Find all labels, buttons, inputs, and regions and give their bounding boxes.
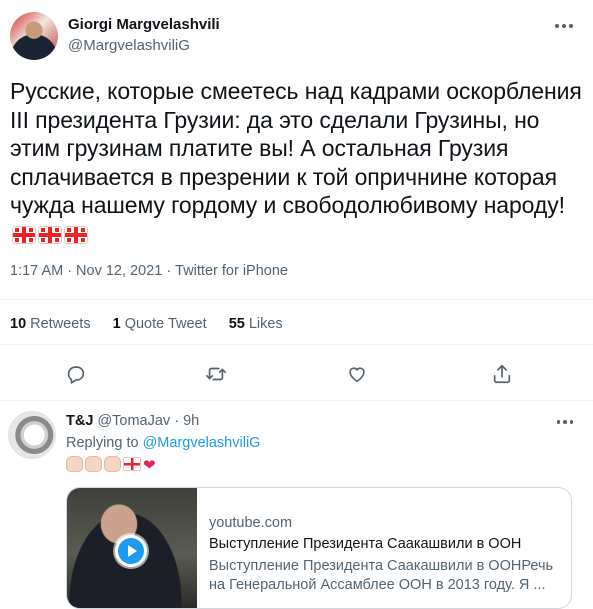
tweet-body: Русские, которые смеетесь над кадрами ос… bbox=[10, 78, 588, 218]
reply-text: ❤ bbox=[66, 456, 157, 474]
reply-icon bbox=[67, 366, 85, 384]
more-options-icon[interactable] bbox=[550, 14, 578, 38]
link-card[interactable]: youtube.com Выступление Президента Саака… bbox=[66, 487, 572, 609]
tweet-stats: 10 Retweets 1 Quote Tweet 55 Likes bbox=[10, 316, 301, 332]
meta-separator: · bbox=[67, 263, 73, 279]
retweet-button[interactable] bbox=[202, 360, 230, 388]
replying-prefix: Replying to bbox=[66, 435, 139, 451]
divider bbox=[0, 344, 593, 345]
reply-header: T&J @TomaJav · 9h bbox=[66, 413, 199, 429]
like-icon bbox=[349, 367, 365, 383]
author-avatar[interactable] bbox=[10, 12, 58, 60]
reply-button[interactable] bbox=[62, 360, 90, 388]
author-handle[interactable]: @MargvelashviliG bbox=[68, 37, 190, 54]
reply-author-avatar[interactable] bbox=[8, 411, 56, 459]
clapping-hands-icon bbox=[104, 456, 121, 472]
quote-label: Quote Tweet bbox=[124, 316, 207, 332]
reply-separator: · bbox=[174, 413, 180, 429]
reply-more-options-icon[interactable] bbox=[552, 412, 578, 432]
tweet-date[interactable]: Nov 12, 2021 bbox=[76, 263, 162, 279]
reply-author-handle[interactable]: @TomaJav bbox=[97, 413, 170, 429]
share-button[interactable] bbox=[488, 360, 516, 388]
like-button[interactable] bbox=[343, 360, 371, 388]
share-icon bbox=[493, 364, 511, 384]
video-thumbnail[interactable] bbox=[67, 488, 197, 608]
clapping-hands-icon bbox=[85, 456, 102, 472]
georgia-flag-icon bbox=[64, 225, 88, 244]
likes-count: 55 bbox=[228, 316, 245, 332]
reply-time[interactable]: 9h bbox=[183, 413, 199, 429]
retweet-icon bbox=[206, 367, 226, 381]
tweet-text: Русские, которые смеетесь над кадрами ос… bbox=[10, 77, 585, 248]
quote-count: 1 bbox=[112, 316, 121, 332]
divider bbox=[0, 400, 593, 401]
card-domain: youtube.com bbox=[209, 515, 293, 531]
reply-author-name[interactable]: T&J bbox=[66, 413, 93, 429]
retweets-label: Retweets bbox=[30, 316, 91, 332]
play-icon[interactable] bbox=[115, 535, 147, 567]
tweet-meta: 1:17 AM · Nov 12, 2021 · Twitter for iPhone bbox=[10, 263, 288, 279]
quote-tweets-stat[interactable]: 1 Quote Tweet bbox=[113, 316, 207, 332]
likes-stat[interactable]: 55 Likes bbox=[229, 316, 283, 332]
retweets-count: 10 bbox=[10, 316, 27, 332]
tweet-source[interactable]: Twitter for iPhone bbox=[175, 263, 288, 279]
card-title: Выступление Президента Саакашвили в ООН bbox=[209, 536, 522, 552]
replying-mention[interactable]: @MargvelashviliG bbox=[143, 435, 261, 451]
georgia-flag-icon bbox=[38, 225, 62, 244]
tweet-time[interactable]: 1:17 AM bbox=[10, 263, 63, 279]
author-name[interactable]: Giorgi Margvelashvili bbox=[68, 16, 220, 33]
meta-separator: · bbox=[166, 263, 172, 279]
georgia-flag-icon bbox=[123, 457, 141, 471]
clapping-hands-icon bbox=[66, 456, 83, 472]
replying-to: Replying to @MargvelashviliG bbox=[66, 435, 260, 451]
red-heart-icon: ❤ bbox=[143, 457, 157, 474]
likes-label: Likes bbox=[248, 316, 283, 332]
card-description: Выступление Президента Саакашвили в ООНР… bbox=[209, 558, 554, 593]
retweets-stat[interactable]: 10 Retweets bbox=[10, 316, 91, 332]
divider bbox=[0, 299, 593, 300]
georgia-flag-icon bbox=[12, 225, 36, 244]
